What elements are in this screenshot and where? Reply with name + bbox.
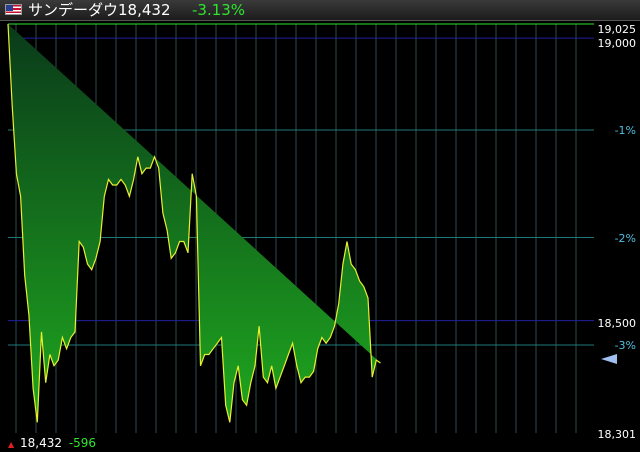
price-chart[interactable] [0,0,640,450]
price-axis-label: 18,301 [597,428,637,441]
footer-price: 18,432 [19,436,62,450]
price-axis-label: 19,025 [597,23,637,36]
price-axis-label: 19,000 [597,37,637,50]
up-arrow-icon: ▲ [8,440,15,449]
percent-axis-label: -2% [614,231,636,245]
price-axis-label: 18,500 [597,317,637,330]
current-price-marker [601,354,617,364]
percent-axis-label: -1% [614,124,636,138]
footer-change: -596 [68,436,97,450]
percent-axis-label: -3% [614,339,636,353]
price-area [8,24,381,423]
